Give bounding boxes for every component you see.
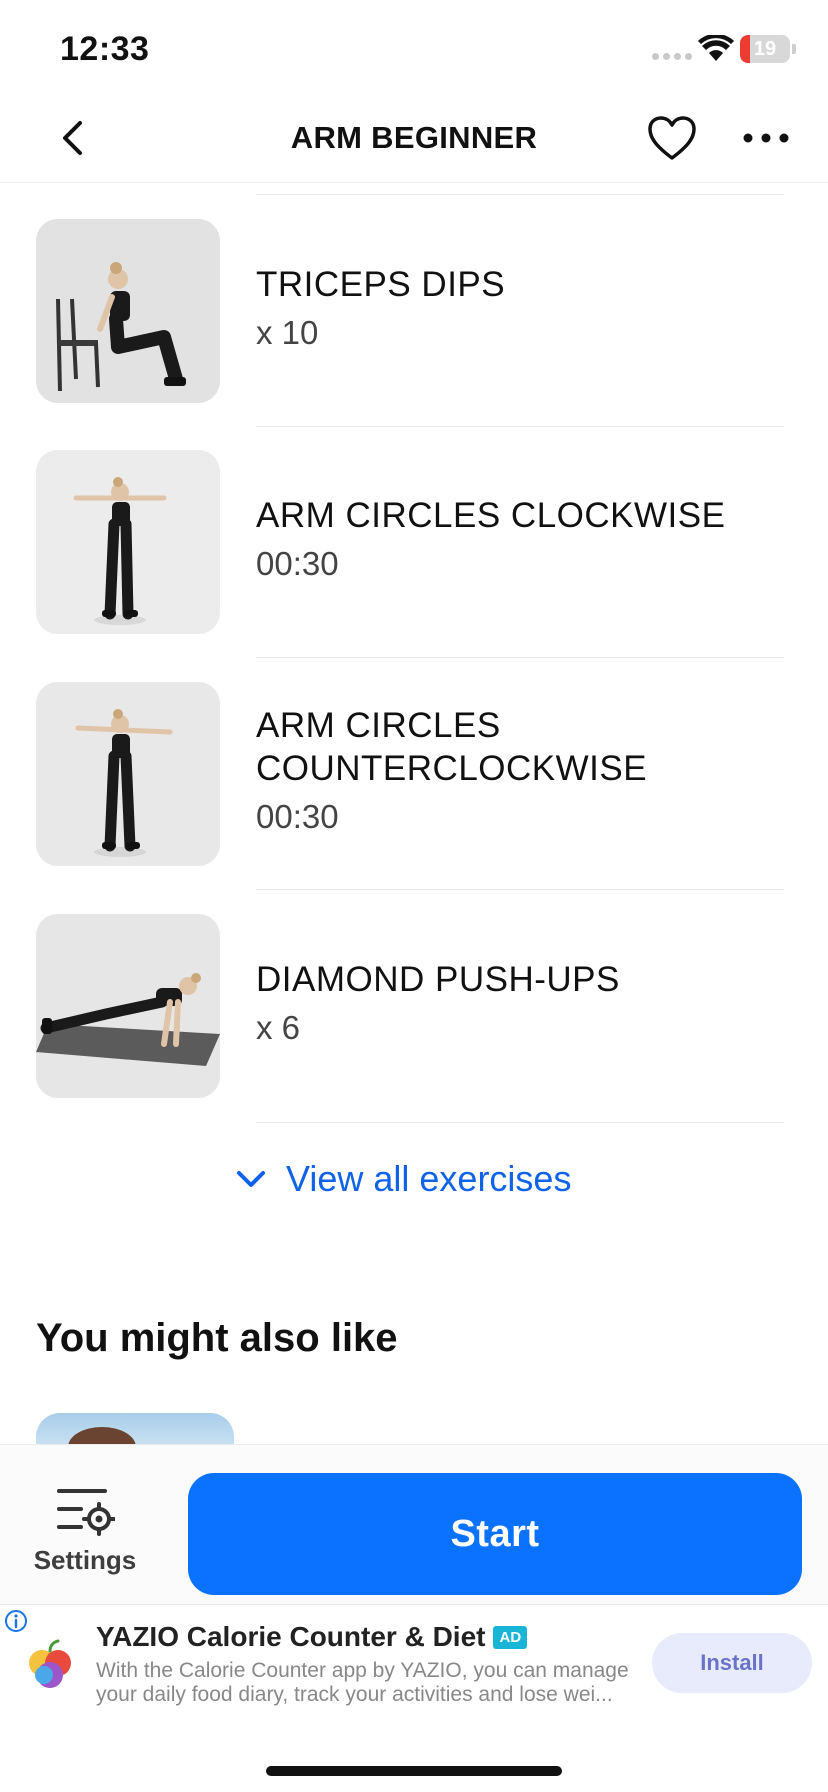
exercise-name: ARM CIRCLES CLOCKWISE: [256, 496, 726, 535]
cellular-signal-icon: [652, 53, 692, 60]
info-icon[interactable]: [4, 1609, 28, 1633]
battery-tip: [792, 44, 796, 54]
ad-description-line: your daily food diary, track your activi…: [96, 1683, 613, 1706]
exercise-info: DIAMOND PUSH-UPS x 6: [256, 958, 796, 1047]
suggestions-title: You might also like: [36, 1316, 398, 1360]
suggested-workout-card[interactable]: [36, 1413, 234, 1445]
divider: [256, 426, 784, 427]
triceps-dips-image: [36, 219, 220, 403]
exercise-name: TRICEPS DIPS: [256, 265, 506, 304]
exercise-info: ARM CIRCLES COUNTERCLOCKWISE 00:30: [256, 704, 796, 836]
divider: [256, 1122, 784, 1123]
page-title: ARM BEGINNER: [290, 120, 538, 155]
exercise-row-triceps-dips[interactable]: TRICEPS DIPS x 10: [0, 219, 828, 403]
settings-button[interactable]: Settings: [20, 1485, 150, 1589]
exercise-amount: x 6: [256, 1009, 301, 1046]
ellipsis-icon: [743, 133, 789, 143]
home-indicator[interactable]: [266, 1766, 562, 1776]
install-button[interactable]: Install: [652, 1633, 812, 1693]
ad-description: With the Calorie Counter app by YAZIO, y…: [96, 1659, 644, 1707]
view-all-label: View all exercises: [286, 1158, 572, 1199]
ad-banner[interactable]: YAZIO Calorie Counter & Diet AD With the…: [0, 1604, 828, 1717]
arm-circles-counterclockwise-image: [36, 682, 220, 866]
yazio-logo-icon: [29, 1639, 71, 1688]
settings-label: Settings: [33, 1545, 137, 1575]
status-bar: 12:33 19: [0, 0, 828, 96]
divider: [256, 194, 784, 195]
status-time: 12:33: [60, 30, 150, 68]
exercise-row-arm-circles-clockwise[interactable]: ARM CIRCLES CLOCKWISE 00:30: [0, 450, 828, 634]
chevron-down-icon: [237, 1171, 265, 1187]
diamond-push-ups-image: [36, 914, 220, 1098]
battery-percentage: 19: [753, 38, 777, 60]
view-all-exercises-link[interactable]: View all exercises: [236, 1158, 571, 1200]
start-button[interactable]: Start: [188, 1473, 802, 1595]
wifi-icon: [698, 35, 734, 61]
arm-circles-clockwise-image: [36, 450, 220, 634]
ad-badge: AD: [493, 1625, 528, 1649]
exercise-info: TRICEPS DIPS x 10: [256, 263, 796, 352]
suggested-workout-image: [68, 1427, 136, 1445]
exercise-row-arm-circles-counterclockwise[interactable]: ARM CIRCLES COUNTERCLOCKWISE 00:30: [0, 682, 828, 866]
bottom-action-bar: Settings Start: [0, 1444, 828, 1605]
favorite-button[interactable]: [646, 114, 698, 162]
ad-title-row: YAZIO Calorie Counter & Diet AD: [96, 1621, 528, 1653]
navigation-header: ARM BEGINNER: [0, 96, 828, 183]
exercise-amount: x 10: [256, 314, 319, 351]
exercise-name: ARM CIRCLES COUNTERCLOCKWISE: [256, 706, 648, 788]
settings-icon: [57, 1489, 115, 1536]
exercise-info: ARM CIRCLES CLOCKWISE 00:30: [256, 494, 796, 583]
heart-icon: [648, 116, 696, 160]
divider: [256, 657, 784, 658]
battery-icon: 19: [740, 35, 790, 63]
more-options-button[interactable]: [740, 114, 792, 162]
ad-description-line: With the Calorie Counter app by YAZIO, y…: [96, 1659, 629, 1682]
ad-title: YAZIO Calorie Counter & Diet: [96, 1621, 486, 1652]
exercise-row-diamond-push-ups[interactable]: DIAMOND PUSH-UPS x 6: [0, 914, 828, 1098]
exercise-name: DIAMOND PUSH-UPS: [256, 960, 620, 999]
divider: [256, 889, 784, 890]
exercise-amount: 00:30: [256, 545, 339, 582]
exercise-amount: 00:30: [256, 798, 339, 835]
